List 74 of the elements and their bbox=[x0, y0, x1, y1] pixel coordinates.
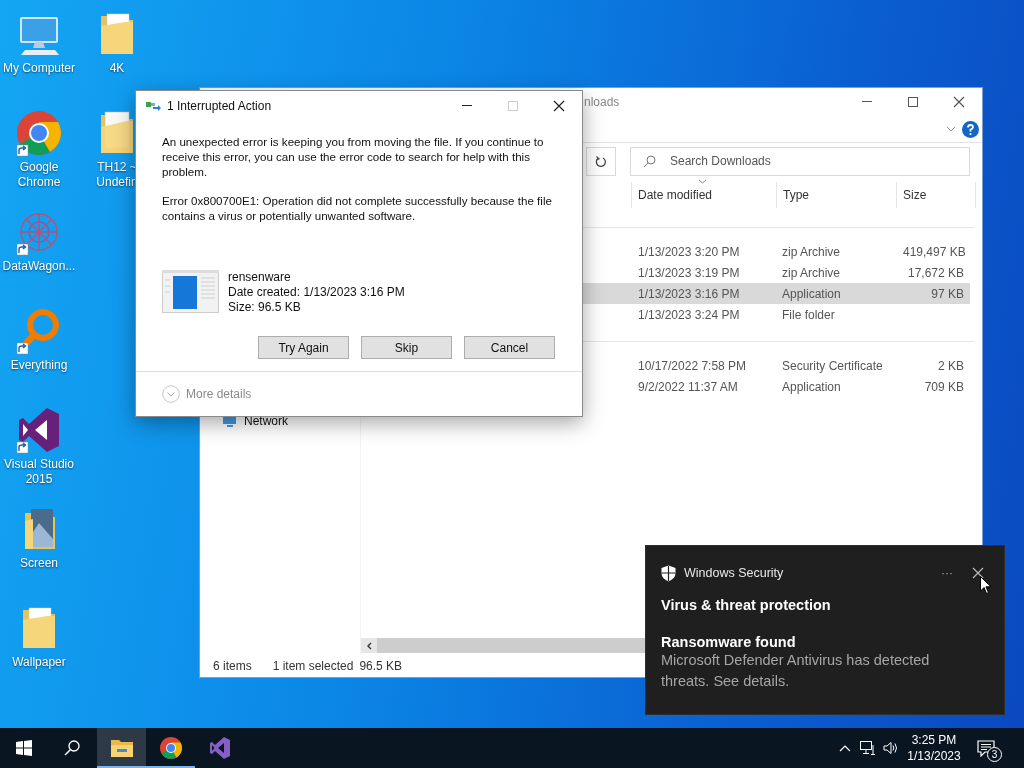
message-icon bbox=[977, 739, 995, 757]
cursor-icon bbox=[980, 576, 992, 595]
table-cell-text: 419,497 KB bbox=[902, 244, 967, 259]
scrollbar[interactable] bbox=[361, 638, 646, 653]
table-cell-text: File folder bbox=[781, 307, 836, 322]
bowtie-logo-icon bbox=[207, 736, 232, 760]
shield-icon bbox=[661, 564, 676, 582]
notification-count: 3 bbox=[987, 747, 1002, 762]
table-cell-text: zip Archive bbox=[781, 265, 842, 280]
table-cell-text: 10/17/2022 7:58 PM bbox=[637, 358, 748, 373]
table-cell-text: Security Certificate bbox=[781, 358, 884, 373]
search-field[interactable]: Search Downloads bbox=[630, 146, 970, 176]
file-thumbnail bbox=[162, 270, 219, 313]
selection-count: 1 item selected bbox=[272, 659, 354, 673]
scroll-left-button[interactable] bbox=[361, 638, 377, 653]
notification-center-button[interactable]: 3 bbox=[966, 728, 1006, 768]
error-message: An unexpected error is keeping you from moving the file. If you continue to receive this error, you can use the error code to search for help with this problem. bbox=[162, 134, 545, 179]
table-cell-text: 1/13/2023 3:16 PM bbox=[637, 286, 741, 301]
browser-icon bbox=[158, 736, 183, 760]
windows-logo-icon bbox=[16, 740, 32, 756]
window-title: nloads bbox=[584, 95, 620, 109]
clock[interactable]: 3:25 PM 1/13/2023 bbox=[906, 728, 962, 768]
refresh-button[interactable] bbox=[586, 146, 616, 176]
folder-icon bbox=[109, 738, 134, 758]
dialog-button[interactable]: Skip bbox=[361, 336, 452, 359]
table-cell-text: 1/13/2023 3:24 PM bbox=[637, 307, 741, 322]
column-header[interactable]: Type bbox=[776, 182, 896, 208]
app-name: Windows Security bbox=[684, 566, 785, 580]
dialog-button[interactable]: Try Again bbox=[258, 336, 349, 359]
search-icon bbox=[64, 740, 80, 756]
table-cell-text: Application bbox=[781, 379, 842, 394]
table-cell-text: 1/13/2023 3:20 PM bbox=[637, 244, 741, 259]
speaker-icon bbox=[882, 741, 899, 755]
table-cell-text: Application bbox=[781, 286, 842, 301]
file-name: rensenware bbox=[228, 270, 292, 285]
minimize-icon bbox=[462, 105, 472, 107]
toast-message: Microsoft Defender Antivirus has detected threats. See details. bbox=[661, 651, 931, 691]
table-cell-text: zip Archive bbox=[781, 244, 842, 259]
close-icon bbox=[553, 100, 565, 112]
network-icon bbox=[859, 741, 876, 755]
table-cell-text: 709 KB bbox=[923, 379, 965, 394]
item-count: 6 items bbox=[213, 659, 252, 673]
dialog-button[interactable]: Cancel bbox=[464, 336, 555, 359]
maximize-icon bbox=[508, 101, 518, 111]
more-options-button[interactable]: ··· bbox=[935, 566, 959, 580]
dialog-title: 1 Interrupted Action bbox=[166, 99, 273, 113]
toast-title: Virus & threat protection bbox=[661, 597, 832, 613]
taskbar-app[interactable] bbox=[97, 728, 146, 768]
column-header[interactable]: Date modified bbox=[631, 182, 776, 208]
column-header[interactable]: Size bbox=[896, 182, 976, 208]
chevron-up-icon bbox=[838, 744, 851, 752]
table-cell-text: 9/2/2022 11:37 AM bbox=[637, 379, 739, 394]
table-cell-text: 1/13/2023 3:19 PM bbox=[637, 265, 741, 280]
minimize-icon bbox=[862, 101, 872, 103]
error-detail: Error 0x800700E1: Operation did not complete successfully because the file contains a virus or potentially unwanted software. bbox=[162, 193, 553, 223]
close-icon bbox=[953, 96, 965, 108]
file-size: Size: 96.5 KB bbox=[228, 300, 302, 315]
table-cell-text: 2 KB bbox=[937, 358, 965, 373]
chevron-left-icon bbox=[366, 641, 372, 650]
toast-heading: Ransomware found bbox=[661, 634, 797, 650]
help-icon[interactable] bbox=[962, 120, 979, 138]
refresh-icon bbox=[595, 154, 607, 168]
maximize-icon bbox=[908, 97, 918, 107]
table-cell-text: 97 KB bbox=[930, 286, 965, 301]
notification-toast[interactable]: Windows Security ··· Virus & threat protection Ransomware found Microsoft Defender Antivirus has detected threats. See details. bbox=[645, 545, 1005, 715]
table-cell-text: 17,672 KB bbox=[906, 265, 965, 280]
more-details-toggle[interactable]: More details bbox=[162, 385, 252, 403]
sort-caret-icon bbox=[698, 179, 707, 184]
move-files-icon bbox=[146, 101, 161, 111]
selection-size: 96.5 KB bbox=[359, 659, 403, 673]
expand-icon bbox=[162, 385, 180, 403]
search-icon bbox=[643, 154, 656, 168]
close-icon bbox=[972, 567, 984, 579]
chevron-down-icon[interactable] bbox=[946, 126, 956, 132]
